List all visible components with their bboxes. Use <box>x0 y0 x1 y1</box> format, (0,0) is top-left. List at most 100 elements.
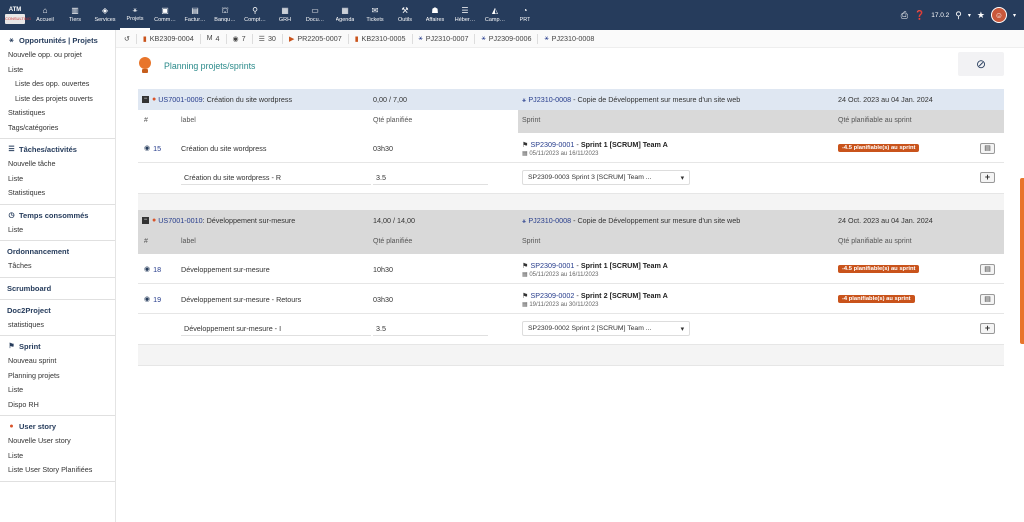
task-ref[interactable]: ◉ 19 <box>144 284 161 314</box>
task-number[interactable]: 15 <box>153 144 161 153</box>
status-badge: -4.5 planifiable(s) au sprint <box>838 144 920 152</box>
sidebar-section-title[interactable]: ◷ Temps consommés <box>0 208 115 223</box>
sidebar-item[interactable]: Statistiques <box>0 186 115 201</box>
chevron-down-icon[interactable]: ▾ <box>1013 12 1016 19</box>
menu-item-4[interactable]: ▣ Comm… <box>150 0 180 30</box>
menu-item-16[interactable]: ◔ PRT <box>510 0 540 30</box>
sidebar-section-title[interactable]: ● User story <box>0 419 115 434</box>
breadcrumb-item[interactable]: ▶ PR2205-0007 <box>289 34 342 43</box>
wrench-icon: ⚒ <box>401 6 409 15</box>
sidebar-section: Doc2Project statistiques <box>0 300 115 336</box>
menu-item-9[interactable]: ▭ Docu… <box>300 0 330 30</box>
sidebar-item[interactable]: Statistiques <box>0 106 115 121</box>
breadcrumb-item[interactable]: M4 <box>207 34 220 43</box>
side-panel-tab[interactable] <box>1020 178 1024 344</box>
add-planning-button[interactable]: + <box>980 172 995 183</box>
menu-item-2[interactable]: ◈ Services <box>90 0 120 30</box>
sidebar-item[interactable]: Nouvelle opp. ou projet <box>0 48 115 63</box>
sidebar-item[interactable]: Liste User Story Planifiées <box>0 463 115 478</box>
menu-item-14[interactable]: ☰ Héber… <box>450 0 480 30</box>
sidebar-item[interactable]: statistiques <box>0 318 115 333</box>
delete-button[interactable]: ▤ <box>980 263 995 275</box>
breadcrumb-item[interactable]: ◉ 7 <box>233 34 246 43</box>
collapse-icon[interactable]: − <box>142 96 149 103</box>
sidebar-item[interactable]: Nouvelle User story <box>0 434 115 449</box>
sprint-select[interactable]: SP2309-0003 Sprint 3 [SCRUM] Team ... ▾ <box>522 170 690 185</box>
menu-item-15[interactable]: ◭ Camp… <box>480 0 510 30</box>
sidebar-item[interactable]: Liste des projets ouverts <box>0 92 115 107</box>
hide-toggle-button[interactable]: ⊘ <box>958 52 1004 76</box>
breadcrumb-item[interactable]: ⚹ PJ2310-0007 <box>419 34 469 43</box>
sidebar-item[interactable]: Liste <box>0 172 115 187</box>
breadcrumb-item[interactable]: ▮ KB2309-0004 <box>143 34 194 43</box>
new-label-input[interactable] <box>181 321 371 336</box>
new-label-input[interactable] <box>181 170 371 185</box>
menu-item-10[interactable]: ▦ Agenda <box>330 0 360 30</box>
help-icon[interactable]: ❓ <box>914 10 925 21</box>
breadcrumb-item[interactable]: ⚹ PJ2309-0006 <box>481 34 531 43</box>
user-story-link[interactable]: US7001-0009 <box>158 95 202 104</box>
print-icon[interactable]: ⎙ <box>901 10 908 21</box>
menu-item-5[interactable]: ▤ Factur… <box>180 0 210 30</box>
sidebar-section-title[interactable]: Scrumboard <box>0 281 115 296</box>
sidebar-item[interactable]: Liste <box>0 223 115 238</box>
menu-item-13[interactable]: ☗ Affaires <box>420 0 450 30</box>
sidebar-item[interactable]: Liste des opp. ouvertes <box>0 77 115 92</box>
sidebar-item[interactable]: Liste <box>0 449 115 464</box>
sprint-name: Sprint 1 [SCRUM] Team A <box>580 260 668 270</box>
new-qty-input[interactable] <box>373 170 488 185</box>
building-icon: ▥ <box>71 6 79 15</box>
delete-button[interactable]: ▤ <box>980 142 995 154</box>
add-planning-button[interactable]: + <box>980 323 995 334</box>
sidebar-item[interactable]: Dispo RH <box>0 398 115 413</box>
sidebar-section-title[interactable]: Ordonnancement <box>0 244 115 259</box>
star-icon[interactable]: ★ <box>977 10 985 21</box>
sidebar-item[interactable]: Tags/catégories <box>0 121 115 136</box>
sidebar-item[interactable]: Liste <box>0 63 115 78</box>
sprint-link[interactable]: SP2309-0001 <box>530 261 574 270</box>
menu-item-0[interactable]: ⌂ Accueil <box>30 0 60 30</box>
search-icon[interactable]: ⚲ <box>955 10 962 21</box>
sidebar-title-label: Doc2Project <box>7 305 51 315</box>
breadcrumb-item[interactable]: ⚹ PJ2310-0008 <box>544 34 594 43</box>
breadcrumb-item[interactable]: ↺ <box>124 35 130 43</box>
project-link[interactable]: PJ2310-0008 <box>528 95 571 104</box>
sidebar-item[interactable]: Tâches <box>0 259 115 274</box>
avatar[interactable]: ☺ <box>990 7 1007 23</box>
task-number[interactable]: 18 <box>153 265 161 274</box>
menu-item-12[interactable]: ⚒ Outils <box>390 0 420 30</box>
sidebar-section-title[interactable]: ⚹ Opportunités | Projets <box>0 33 115 48</box>
sidebar-item[interactable]: Nouvelle tâche <box>0 157 115 172</box>
delete-button[interactable]: ▤ <box>980 293 995 305</box>
menu-item-8[interactable]: ▦ GRH <box>270 0 300 30</box>
cube-icon: ◈ <box>101 6 109 15</box>
sprint-link[interactable]: SP2309-0001 <box>530 140 574 149</box>
menu-item-1[interactable]: ▥ Tiers <box>60 0 90 30</box>
menu-item-3[interactable]: ⚹ Projets <box>120 0 150 30</box>
sidebar-item[interactable]: Liste <box>0 383 115 398</box>
task-ref[interactable]: ◉ 15 <box>144 133 161 163</box>
sidebar-item[interactable]: Nouveau sprint <box>0 354 115 369</box>
user-story-link[interactable]: US7001-0010 <box>158 216 202 225</box>
task-number[interactable]: 19 <box>153 295 161 304</box>
sidebar-section-title[interactable]: ⚑ Sprint <box>0 339 115 354</box>
task-ref[interactable]: ◉ 18 <box>144 254 161 284</box>
sprint-link[interactable]: SP2309-0002 <box>530 291 574 300</box>
sidebar-section-title[interactable]: Doc2Project <box>0 303 115 318</box>
menu-item-7[interactable]: ⚲ Compt… <box>240 0 270 30</box>
breadcrumb-item[interactable]: ▮ KB2310-0005 <box>355 34 406 43</box>
menu-item-6[interactable]: ⛫ Banqu… <box>210 0 240 30</box>
menu-item-11[interactable]: ✉ Tickets <box>360 0 390 30</box>
project-link[interactable]: PJ2310-0008 <box>528 216 571 225</box>
sidebar-section-title[interactable]: ☰ Tâches/activités <box>0 142 115 157</box>
mail-icon: M <box>206 35 213 42</box>
company-logo[interactable]: ATM CONSULTING <box>0 0 31 30</box>
breadcrumb-item[interactable]: ☰ 30 <box>259 34 276 43</box>
qty-sprint-cell: -4.5 planifiable(s) au sprint <box>838 254 920 284</box>
sidebar-item[interactable]: Planning projets <box>0 369 115 384</box>
chevron-down-icon[interactable]: ▾ <box>968 12 971 19</box>
new-qty-input[interactable] <box>373 321 488 336</box>
sprint-select[interactable]: SP2309-0002 Sprint 2 [SCRUM] Team ... ▾ <box>522 321 690 336</box>
collapse-icon[interactable]: − <box>142 217 149 224</box>
kanban-icon: ▮ <box>142 35 147 43</box>
